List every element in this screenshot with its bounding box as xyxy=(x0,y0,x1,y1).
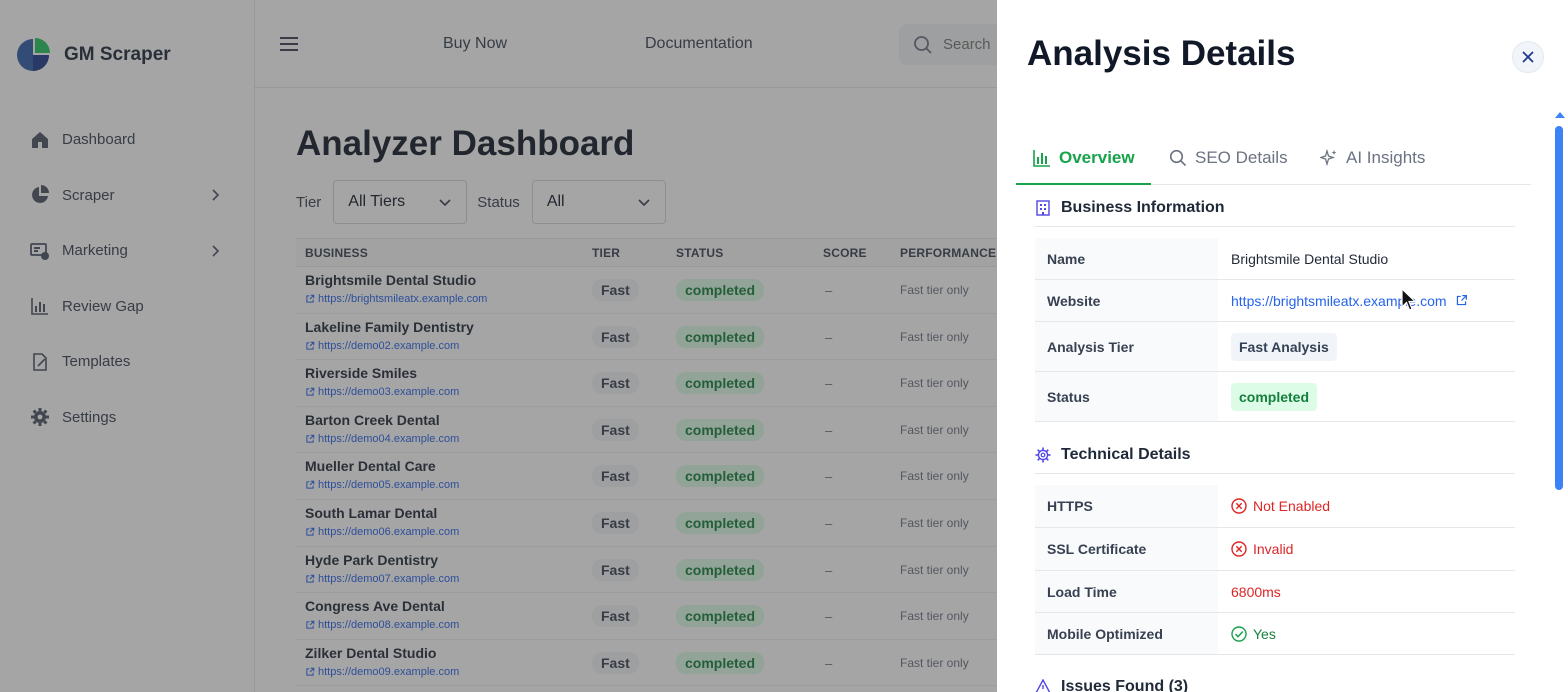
tab-label: AI Insights xyxy=(1346,147,1426,167)
info-value: Not Enabled xyxy=(1231,485,1330,527)
info-value: Yes xyxy=(1231,613,1276,654)
tab-seo-details[interactable]: SEO Details xyxy=(1169,130,1288,185)
info-value: https://brightsmileatx.example.com xyxy=(1231,280,1468,321)
info-value: completed xyxy=(1231,372,1318,421)
x-circle-icon xyxy=(1231,541,1247,557)
business-info-table: Name Brightsmile Dental Studio Website h… xyxy=(1035,238,1515,422)
divider xyxy=(1035,473,1515,474)
info-value: Brightsmile Dental Studio xyxy=(1231,238,1388,279)
tier-badge: Fast Analysis xyxy=(1231,332,1337,361)
tab-overview[interactable]: Overview xyxy=(1033,130,1135,185)
info-row-load-time: Load Time 6800ms xyxy=(1035,571,1515,613)
https-value: Not Enabled xyxy=(1253,498,1331,514)
mobile-value: Yes xyxy=(1253,625,1276,642)
info-key: Mobile Optimized xyxy=(1035,613,1218,654)
info-key: Status xyxy=(1035,372,1218,421)
warning-icon xyxy=(1035,679,1051,692)
drawer-scrollbar[interactable] xyxy=(1550,108,1568,692)
drawer-title: Analysis Details xyxy=(1027,34,1296,73)
modal-backdrop[interactable] xyxy=(0,0,997,692)
info-key: Analysis Tier xyxy=(1035,322,1218,371)
technical-details-table: HTTPS Not Enabled SSL Certificate Invali… xyxy=(1035,485,1515,655)
section-title: Issues Found (3) xyxy=(1061,678,1189,692)
info-row-name: Name Brightsmile Dental Studio xyxy=(1035,238,1515,280)
info-key: SSL Certificate xyxy=(1035,528,1218,570)
tab-ai-insights[interactable]: AI Insights xyxy=(1320,130,1425,185)
scrollbar-thumb[interactable] xyxy=(1555,126,1563,490)
technical-details-heading: Technical Details xyxy=(1035,446,1191,464)
scroll-up-arrow-icon[interactable] xyxy=(1555,112,1565,118)
building-icon xyxy=(1036,200,1050,216)
info-row-website: Website https://brightsmileatx.example.c… xyxy=(1035,280,1515,322)
status-badge: completed xyxy=(1231,382,1318,411)
info-row-analysis-tier: Analysis Tier Fast Analysis xyxy=(1035,322,1515,372)
close-button[interactable] xyxy=(1512,41,1544,73)
info-value: 6800ms xyxy=(1231,571,1281,612)
info-row-status: Status completed xyxy=(1035,372,1515,422)
tab-label: Overview xyxy=(1059,147,1135,167)
external-link-icon[interactable] xyxy=(1455,294,1468,307)
sparkles-icon xyxy=(1320,148,1337,166)
gear-icon xyxy=(1035,447,1051,463)
drawer-tabs: Overview SEO Details AI Insights xyxy=(1016,130,1531,185)
info-key: Load Time xyxy=(1035,571,1218,612)
search-icon xyxy=(1169,149,1187,166)
info-key: Website xyxy=(1035,280,1218,321)
info-value: Invalid xyxy=(1231,528,1293,570)
info-key: Name xyxy=(1035,238,1218,279)
analysis-details-drawer: Analysis Details Overview SEO Details AI… xyxy=(997,0,1568,692)
section-title: Technical Details xyxy=(1061,446,1191,463)
info-key: HTTPS xyxy=(1035,485,1218,527)
tab-label: SEO Details xyxy=(1195,147,1288,167)
info-row-ssl: SSL Certificate Invalid xyxy=(1035,528,1515,571)
info-row-mobile: Mobile Optimized Yes xyxy=(1035,613,1515,655)
bar-chart-icon xyxy=(1033,149,1050,167)
business-info-heading: Business Information xyxy=(1035,199,1225,217)
website-link[interactable]: https://brightsmileatx.example.com xyxy=(1231,293,1447,309)
ssl-value: Invalid xyxy=(1253,541,1294,557)
info-row-https: HTTPS Not Enabled xyxy=(1035,485,1515,528)
load-time-value: 6800ms xyxy=(1231,583,1281,600)
check-circle-icon xyxy=(1231,625,1247,642)
active-tab-indicator xyxy=(1016,183,1151,185)
issues-heading: Issues Found (3) xyxy=(1035,678,1188,692)
info-value: Fast Analysis xyxy=(1231,322,1337,371)
business-name-value: Brightsmile Dental Studio xyxy=(1231,250,1389,267)
divider xyxy=(1035,226,1515,227)
x-circle-icon xyxy=(1231,498,1247,514)
close-icon xyxy=(1522,51,1534,63)
section-title: Business Information xyxy=(1061,199,1225,216)
